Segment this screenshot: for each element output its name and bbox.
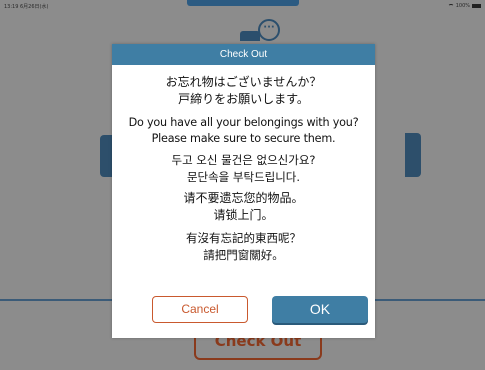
message-korean: 두고 오신 물건은 없으신가요? 문단속을 부탁드립니다. <box>112 152 375 186</box>
dialog-buttons: Cancel OK <box>112 296 375 324</box>
status-indicators: 100% <box>447 3 481 9</box>
message-line: 请不要遗忘您的物品。 <box>183 191 304 205</box>
header-badge <box>240 31 260 41</box>
status-time: 13:19 6月26日(水) <box>4 3 49 10</box>
ok-button[interactable]: OK <box>272 296 368 323</box>
message-line: 请锁上门。 <box>213 208 274 222</box>
more-icon: ··· <box>258 19 280 41</box>
cancel-button[interactable]: Cancel <box>152 296 248 323</box>
message-japanese: お忘れ物はございませんか？ 戸締りをお願いします。 <box>112 74 375 108</box>
message-line: Please make sure to secure them. <box>151 132 336 145</box>
battery-icon <box>472 4 481 8</box>
message-line: 두고 오신 물건은 없으신가요? <box>171 153 316 167</box>
wifi-icon <box>447 3 454 9</box>
message-line: 戸締りをお願いします。 <box>178 92 309 106</box>
side-button-right <box>405 133 421 177</box>
message-line: 문단속을 부탁드립니다. <box>186 170 301 184</box>
message-chinese-simplified: 请不要遗忘您的物品。 请锁上门。 <box>112 190 375 224</box>
battery-level: 100% <box>455 3 470 9</box>
message-line: Do you have all your belongings with you… <box>128 116 359 129</box>
message-line: お忘れ物はございませんか？ <box>165 75 322 89</box>
checkout-dialog: Check Out お忘れ物はございませんか？ 戸締りをお願いします。 Do y… <box>112 44 375 338</box>
message-english: Do you have all your belongings with you… <box>100 115 387 147</box>
message-line: 請把門窗關好。 <box>203 248 284 262</box>
top-tab <box>187 0 299 6</box>
message-chinese-traditional: 有沒有忘記的東西呢？ 請把門窗關好。 <box>112 230 375 264</box>
dialog-title: Check Out <box>112 44 375 65</box>
message-line: 有沒有忘記的東西呢？ <box>186 231 301 245</box>
